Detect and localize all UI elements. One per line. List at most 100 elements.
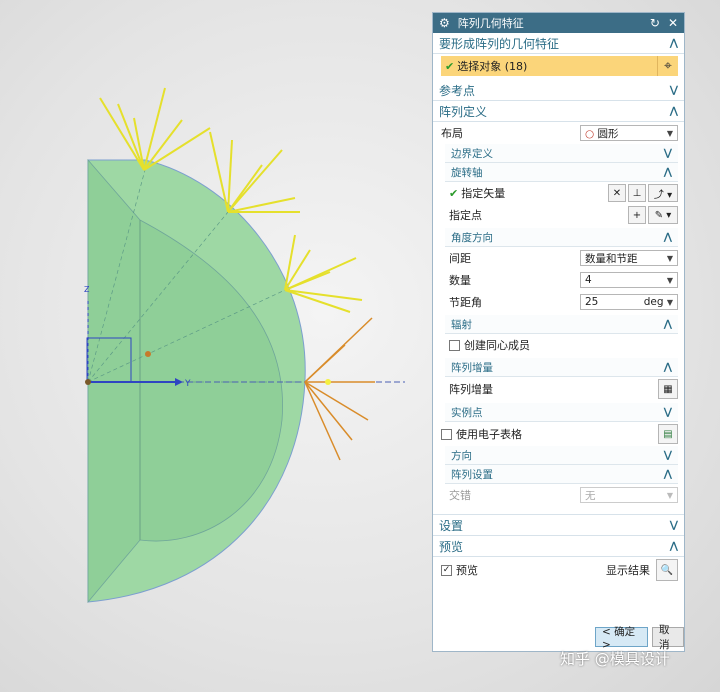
concentric-label: 创建同心成员 xyxy=(464,339,530,352)
pitch-angle-value: 25 xyxy=(585,296,599,308)
subsection-boundary[interactable]: 边界定义 ⋁ xyxy=(445,144,678,163)
chevron-down-icon[interactable]: ⋁ xyxy=(670,520,678,531)
dropdown-arrow-icon: ▼ xyxy=(666,490,673,500)
increment-label: 阵列增量 xyxy=(451,361,493,374)
select-object-row[interactable]: ✔ 选择对象 (18) ⌖ xyxy=(441,56,678,76)
dropdown-arrow-icon: ▼ xyxy=(666,128,673,138)
layout-label: 布局 xyxy=(441,127,463,140)
specify-vector-row: ✔ 指定矢量 ✕ ⊥ ⤴ ▾ xyxy=(433,182,684,204)
section-preview[interactable]: 预览 ⋀ xyxy=(433,536,684,557)
count-value: 4 xyxy=(585,274,592,286)
section-reference-point[interactable]: 参考点 ⋁ xyxy=(433,80,684,101)
subsection-increment[interactable]: 阵列增量 ⋀ xyxy=(445,358,678,377)
chevron-up-icon[interactable]: ⋀ xyxy=(664,362,672,373)
angle-direction-label: 角度方向 xyxy=(451,231,493,244)
direction-label: 方向 xyxy=(451,449,472,462)
origin-point xyxy=(85,379,91,385)
chevron-up-icon[interactable]: ⋀ xyxy=(670,541,678,552)
section-settings[interactable]: 设置 ⋁ xyxy=(433,514,684,536)
watermark: 知乎 @模具设计 xyxy=(560,650,670,668)
count-input[interactable]: 4 ▼ xyxy=(580,272,678,288)
graphics-viewport[interactable]: Y Z xyxy=(0,0,430,692)
count-row: 数量 4 ▼ xyxy=(433,269,684,291)
specify-point-row: 指定点 + ✎ ▾ xyxy=(433,204,684,226)
specify-vector-label: 指定矢量 xyxy=(461,187,506,200)
preview-checkbox[interactable]: ✓ xyxy=(441,564,452,576)
chevron-up-icon[interactable]: ⋀ xyxy=(664,469,672,480)
reverse-direction-icon[interactable]: ✕ xyxy=(608,184,626,202)
stagger-label: 交错 xyxy=(449,489,471,502)
subsection-angle-direction[interactable]: 角度方向 ⋀ xyxy=(445,228,678,247)
spreadsheet-label: 使用电子表格 xyxy=(456,428,522,441)
spacing-label: 间距 xyxy=(449,252,471,265)
subsection-array-settings[interactable]: 阵列设置 ⋀ xyxy=(445,465,678,484)
chevron-down-icon[interactable]: ⋁ xyxy=(670,85,678,96)
chevron-down-icon[interactable]: ⋁ xyxy=(664,148,672,159)
subsection-radiate[interactable]: 辐射 ⋀ xyxy=(445,315,678,334)
spacing-row: 间距 数量和节距 ▼ xyxy=(433,247,684,269)
spacing-dropdown[interactable]: 数量和节距 ▼ xyxy=(580,250,678,266)
chevron-down-icon[interactable]: ⋁ xyxy=(664,407,672,418)
model-view: Y Z xyxy=(84,87,405,604)
preview-label: 预览 xyxy=(456,564,478,577)
spacing-value: 数量和节距 xyxy=(585,252,638,265)
section-array-definition[interactable]: 阵列定义 ⋀ xyxy=(433,101,684,122)
pitch-angle-row: 节距角 25 deg ▼ xyxy=(433,291,684,313)
point-dialog-icon[interactable]: + xyxy=(628,206,646,224)
pitch-angle-label: 节距角 xyxy=(449,296,482,309)
chevron-up-icon[interactable]: ⋀ xyxy=(670,106,678,117)
circle-layout-icon: ○ xyxy=(585,127,595,140)
selected-point xyxy=(325,379,331,385)
section-array-definition-label: 阵列定义 xyxy=(439,104,488,119)
vector-type-dropdown[interactable]: ⤴ ▾ xyxy=(648,184,678,202)
crosshair-icon[interactable]: ⌖ xyxy=(657,56,678,76)
radiate-label: 辐射 xyxy=(451,318,472,331)
point-type-dropdown[interactable]: ✎ ▾ xyxy=(648,206,678,224)
spike-bundle-1 xyxy=(99,87,211,171)
subsection-direction[interactable]: 方向 ⋁ xyxy=(445,446,678,465)
preview-row: ✓ 预览 显示结果 🔍 xyxy=(433,557,684,583)
specify-point-label: 指定点 xyxy=(449,209,482,222)
array-settings-label: 阵列设置 xyxy=(451,468,493,481)
increment-table-icon[interactable]: ▦ xyxy=(658,379,678,399)
stagger-value: 无 xyxy=(585,489,596,502)
dropdown-arrow-icon: ▼ xyxy=(666,253,673,263)
spreadsheet-row: 使用电子表格 ▤ xyxy=(433,422,684,446)
close-icon[interactable]: ✕ xyxy=(668,16,678,30)
reset-icon[interactable]: ↻ xyxy=(650,16,660,30)
dialog-title: 阵列几何特征 xyxy=(457,17,524,30)
concentric-row: 创建同心成员 xyxy=(433,334,684,356)
count-label: 数量 xyxy=(449,274,471,287)
chevron-up-icon[interactable]: ⋀ xyxy=(664,232,672,243)
subsection-instance-point[interactable]: 实例点 ⋁ xyxy=(445,403,678,422)
increment-row-label: 阵列增量 xyxy=(449,383,493,396)
pitch-angle-input[interactable]: 25 deg ▼ xyxy=(580,294,678,310)
section-geometry[interactable]: 要形成阵列的几何特征 ⋀ xyxy=(433,33,684,54)
y-axis-label: Y xyxy=(184,379,191,389)
spreadsheet-checkbox[interactable] xyxy=(441,428,452,440)
magnifier-icon[interactable]: 🔍 xyxy=(656,559,678,581)
rotation-axis-label: 旋转轴 xyxy=(451,166,483,179)
vector-dialog-icon[interactable]: ⊥ xyxy=(628,184,646,202)
cancel-button[interactable]: 取消 xyxy=(651,624,684,651)
ok-button[interactable]: < 确定 > xyxy=(595,626,648,651)
section-settings-label: 设置 xyxy=(439,518,464,533)
chevron-up-icon[interactable]: ⋀ xyxy=(670,38,678,49)
increment-row: 阵列增量 ▦ xyxy=(433,377,684,401)
instance-point-label: 实例点 xyxy=(451,406,483,419)
spreadsheet-icon[interactable]: ▤ xyxy=(658,424,678,444)
subsection-rotation-axis[interactable]: 旋转轴 ⋀ xyxy=(445,163,678,182)
reference-point xyxy=(145,351,151,357)
check-icon: ✔ xyxy=(445,59,455,73)
section-geometry-label: 要形成阵列的几何特征 xyxy=(439,36,560,51)
boundary-label: 边界定义 xyxy=(451,147,493,160)
concentric-checkbox[interactable] xyxy=(449,339,460,351)
z-axis-label: Z xyxy=(84,285,90,294)
chevron-down-icon[interactable]: ⋁ xyxy=(664,450,672,461)
chevron-up-icon[interactable]: ⋀ xyxy=(664,167,672,178)
chevron-up-icon[interactable]: ⋀ xyxy=(664,319,672,330)
section-reference-point-label: 参考点 xyxy=(439,83,476,98)
layout-dropdown[interactable]: ○ 圆形 ▼ xyxy=(580,125,678,141)
dialog-titlebar: ⚙ 阵列几何特征 ↻ ✕ xyxy=(433,13,684,33)
dropdown-arrow-icon: ▼ xyxy=(666,298,673,307)
